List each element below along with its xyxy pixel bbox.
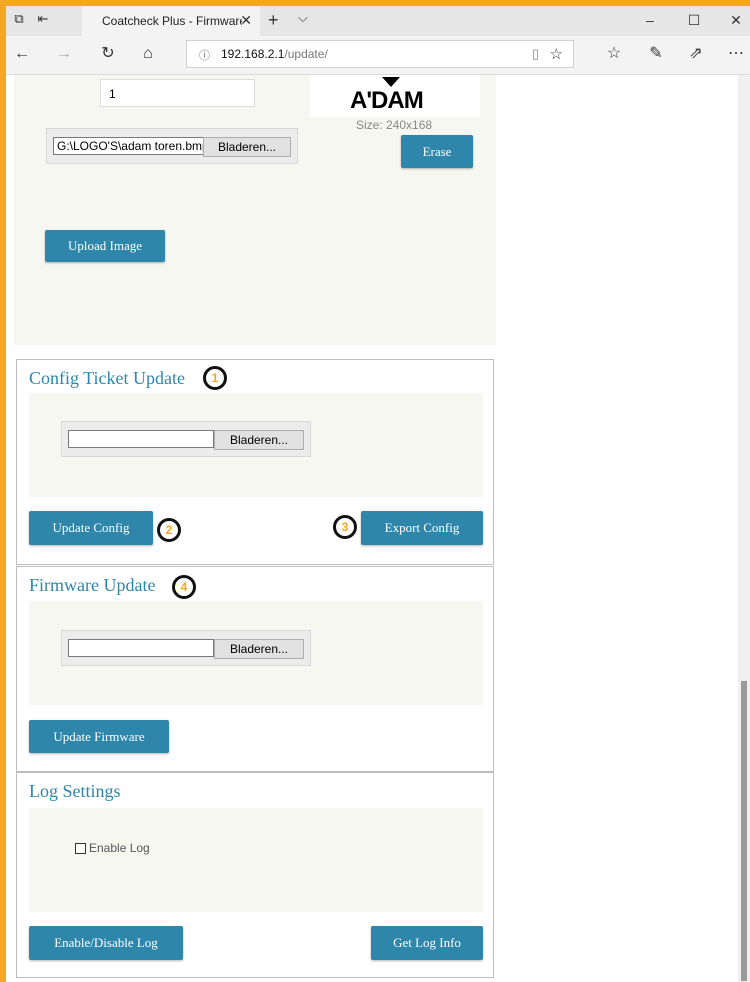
annotation-badge-4: 4 xyxy=(172,575,196,599)
firmware-inner-panel: Bladeren... xyxy=(29,601,483,705)
enable-disable-log-button[interactable]: Enable/Disable Log xyxy=(29,926,183,960)
scrollbar-thumb[interactable] xyxy=(741,681,747,981)
firmware-section-title: Firmware Update xyxy=(29,575,156,595)
tab-title: Coatcheck Plus - Firmware xyxy=(102,14,242,28)
config-file-path[interactable] xyxy=(68,430,214,448)
enable-log-checkbox[interactable] xyxy=(75,843,86,854)
set-aside-tabs-icon[interactable]: ⇤ xyxy=(36,12,50,26)
image-upload-panel: 1 A'DAM Size: 240x168 G:\LOGO'S\adam tor… xyxy=(14,75,496,345)
forward-icon[interactable]: → xyxy=(54,45,74,63)
config-ticket-section: Config Ticket Update 1 Bladeren... Updat… xyxy=(16,359,494,565)
more-menu-icon[interactable]: ⋯ xyxy=(726,45,746,63)
get-log-info-button[interactable]: Get Log Info xyxy=(371,926,483,960)
site-info-icon[interactable]: ⓘ xyxy=(199,47,210,63)
url-text: 192.168.2.1/update/ xyxy=(221,47,328,61)
logo-preview: A'DAM xyxy=(310,75,480,117)
browser-tab[interactable]: Coatcheck Plus - Firmware ✕ xyxy=(82,6,260,36)
annotation-badge-1: 1 xyxy=(203,366,227,390)
logo-mark-icon xyxy=(382,77,400,87)
log-settings-section: Log Settings Enable Log Enable/Disable L… xyxy=(16,772,494,978)
annotation-badge-2: 2 xyxy=(157,518,181,542)
update-firmware-button[interactable]: Update Firmware xyxy=(29,720,169,753)
firmware-update-section: Firmware Update 4 Bladeren... Update Fir… xyxy=(16,566,494,772)
share-icon[interactable]: ⇗ xyxy=(686,45,706,63)
config-file-picker: Bladeren... xyxy=(61,421,311,457)
home-icon[interactable]: ⌂ xyxy=(138,45,158,63)
browser-tab-bar: ⧉ ⇤ Coatcheck Plus - Firmware ✕ + ⌵ – ☐ … xyxy=(6,6,750,36)
config-inner-panel: Bladeren... xyxy=(29,393,483,497)
image-size-label: Size: 240x168 xyxy=(356,118,433,132)
annotation-badge-3: 3 xyxy=(333,515,357,539)
image-file-path[interactable]: G:\LOGO'S\adam toren.bmp xyxy=(53,137,205,155)
log-inner-panel: Enable Log xyxy=(29,808,483,912)
new-tab-icon[interactable]: + xyxy=(268,10,279,31)
firmware-browse-button[interactable]: Bladeren... xyxy=(214,639,304,659)
image-browse-button[interactable]: Bladeren... xyxy=(203,137,291,157)
tab-close-icon[interactable]: ✕ xyxy=(240,12,252,29)
refresh-icon[interactable]: ↻ xyxy=(98,45,118,63)
vertical-scrollbar[interactable] xyxy=(738,75,750,982)
image-file-picker: G:\LOGO'S\adam toren.bmp Bladeren... xyxy=(46,128,298,164)
favorites-hub-icon[interactable]: ☆ xyxy=(604,45,624,63)
erase-button[interactable]: Erase xyxy=(401,135,473,168)
export-config-button[interactable]: Export Config xyxy=(361,511,483,545)
logo-text: A'DAM xyxy=(350,87,424,114)
upload-image-button[interactable]: Upload Image xyxy=(45,230,165,262)
window-close-icon[interactable]: ✕ xyxy=(726,12,746,29)
maximize-icon[interactable]: ☐ xyxy=(684,12,704,29)
page-viewport: 1 A'DAM Size: 240x168 G:\LOGO'S\adam tor… xyxy=(6,75,750,982)
config-section-title: Config Ticket Update xyxy=(29,368,185,388)
minimize-icon[interactable]: – xyxy=(640,12,660,28)
tab-preview-icon[interactable]: ⧉ xyxy=(12,12,26,26)
config-browse-button[interactable]: Bladeren... xyxy=(214,430,304,450)
enable-log-label: Enable Log xyxy=(89,841,150,855)
address-bar[interactable]: ⓘ 192.168.2.1/update/ ▯ ☆ xyxy=(186,40,574,68)
image-number-input[interactable]: 1 xyxy=(100,79,255,107)
back-icon[interactable]: ← xyxy=(12,45,32,63)
firmware-file-picker: Bladeren... xyxy=(61,630,311,666)
reading-view-icon[interactable]: ▯ xyxy=(532,46,539,62)
web-note-pen-icon[interactable]: ✎ xyxy=(646,45,666,63)
favorite-star-icon[interactable]: ☆ xyxy=(550,45,563,63)
update-config-button[interactable]: Update Config xyxy=(29,511,153,545)
browser-nav-bar: ← → ↻ ⌂ ⓘ 192.168.2.1/update/ ▯ ☆ ☆ ✎ ⇗ … xyxy=(6,36,750,75)
firmware-file-path[interactable] xyxy=(68,639,214,657)
tab-list-chevron-icon[interactable]: ⌵ xyxy=(298,10,308,26)
log-section-title: Log Settings xyxy=(29,781,121,801)
